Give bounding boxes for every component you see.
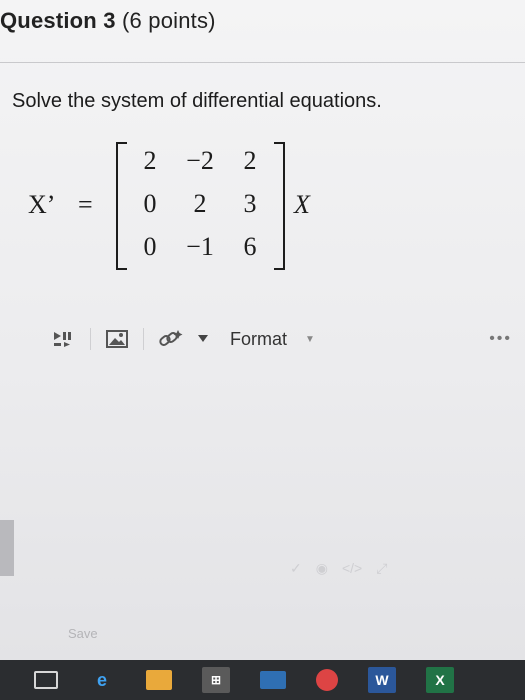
mail-icon[interactable]	[260, 671, 286, 689]
spellcheck-icon: ◉	[315, 560, 328, 576]
matrix-cell: −1	[186, 231, 214, 261]
matrix-cell: −2	[186, 146, 214, 176]
toolbar-separator	[143, 328, 144, 350]
save-button[interactable]: Save	[68, 626, 98, 641]
code-icon: </>	[341, 560, 363, 576]
chrome-browser-icon[interactable]	[316, 669, 338, 691]
chevron-down-icon[interactable]: ▼	[305, 334, 315, 345]
editor-toolbar: Format ▼ •••	[52, 322, 522, 356]
editor-status-icons: ✓ ◉ </> ⤢	[290, 560, 387, 577]
matrix-cell: 3	[243, 188, 257, 218]
matrix-cell: 2	[193, 188, 207, 218]
quiz-page: Question 3 (6 points) Solve the system o…	[0, 0, 525, 660]
side-panel-edge	[0, 520, 14, 576]
equation-lhs: X’	[28, 190, 56, 219]
edge-browser-icon[interactable]: e	[88, 667, 116, 693]
matrix-cell: 6	[243, 231, 257, 261]
toolbar-separator	[90, 328, 91, 350]
task-view-icon[interactable]	[34, 671, 58, 689]
matrix-right-bracket	[274, 142, 285, 270]
question-header: Question 3 (6 points)	[0, 8, 216, 34]
question-title: Question 3	[0, 8, 116, 33]
link-icon[interactable]	[158, 328, 184, 350]
check-icon: ✓	[290, 560, 302, 576]
media-icon[interactable]	[52, 329, 76, 349]
equation-rhs: X	[294, 190, 310, 219]
expand-icon: ⤢	[376, 560, 388, 576]
matrix-cell: 2	[143, 146, 157, 176]
coefficient-matrix: 2 −2 2 0 2 3 0 −1 6	[126, 140, 274, 268]
equation-equals: =	[78, 190, 93, 219]
word-app-icon[interactable]: W	[368, 667, 396, 693]
matrix-cell: 0	[143, 231, 157, 261]
chevron-down-icon[interactable]	[198, 335, 208, 343]
store-icon[interactable]: ⊞	[202, 667, 230, 693]
header-divider	[0, 62, 525, 63]
format-dropdown[interactable]: Format	[230, 329, 287, 350]
matrix-equation: X’ = 2 −2 2 0 2 3 0 −1 6 X	[28, 140, 348, 275]
excel-app-icon[interactable]: X	[426, 667, 454, 693]
more-icon[interactable]: •••	[489, 330, 512, 348]
matrix-cell: 0	[143, 188, 157, 218]
windows-taskbar: e ⊞ W X	[0, 660, 525, 700]
matrix-cell: 2	[243, 146, 257, 176]
question-points: (6 points)	[122, 8, 216, 33]
image-icon[interactable]	[105, 329, 129, 349]
question-prompt: Solve the system of differential equatio…	[12, 90, 382, 112]
file-explorer-icon[interactable]	[146, 670, 172, 690]
